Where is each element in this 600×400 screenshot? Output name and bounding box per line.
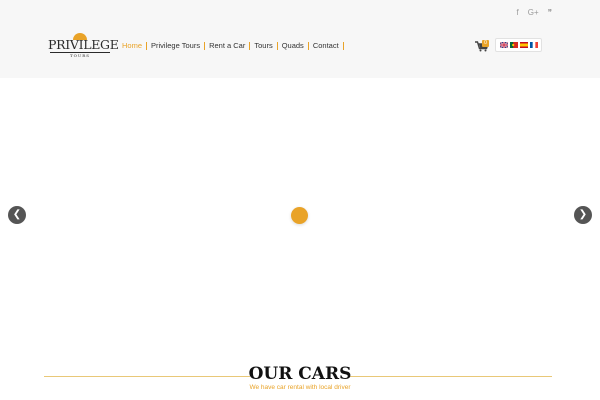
logo[interactable]: PRIVILEGE TOURS [48,30,119,60]
chevron-left-icon: ❮ [12,209,22,220]
nav-separator [342,42,344,50]
social-links: f G+ ❞ [517,8,552,18]
nav-separator [146,42,148,50]
site-header: f G+ ❞ PRIVILEGE TOURS Home Privilege To… [0,0,600,78]
nav-separator [204,42,206,50]
main-nav: Home Privilege Tours Rent a Car Tours Qu… [122,41,348,51]
flag-spain-icon[interactable] [519,42,528,48]
flag-france-icon[interactable] [529,42,538,48]
facebook-icon[interactable]: f [517,8,519,18]
logo-subtitle: TOURS [69,53,91,58]
nav-separator [276,42,278,50]
cart-count-badge: 0 [482,40,489,47]
logo-title: PRIVILEGE [48,37,119,52]
flag-portugal-icon[interactable] [509,42,518,48]
nav-home[interactable]: Home [122,41,142,51]
google-plus-icon[interactable]: G+ [528,8,539,18]
hero-slider: ❮ ❯ [0,78,600,348]
slider-next-button[interactable]: ❯ [574,206,592,224]
nav-privilege-tours[interactable]: Privilege Tours [151,41,200,51]
chevron-right-icon: ❯ [578,209,588,220]
loading-spinner [291,207,308,224]
language-selector [495,38,542,52]
nav-separator [307,42,309,50]
section-title: OUR CARS [248,364,352,384]
flag-uk-icon[interactable] [499,42,508,48]
twitter-icon[interactable]: ❞ [548,8,552,18]
nav-rent-a-car[interactable]: Rent a Car [209,41,245,51]
nav-separator [249,42,251,50]
nav-contact[interactable]: Contact [313,41,339,51]
slider-prev-button[interactable]: ❮ [8,206,26,224]
nav-tours[interactable]: Tours [254,41,272,51]
section-subtitle: We have car rental with local driver [249,384,351,391]
nav-quads[interactable]: Quads [282,41,304,51]
